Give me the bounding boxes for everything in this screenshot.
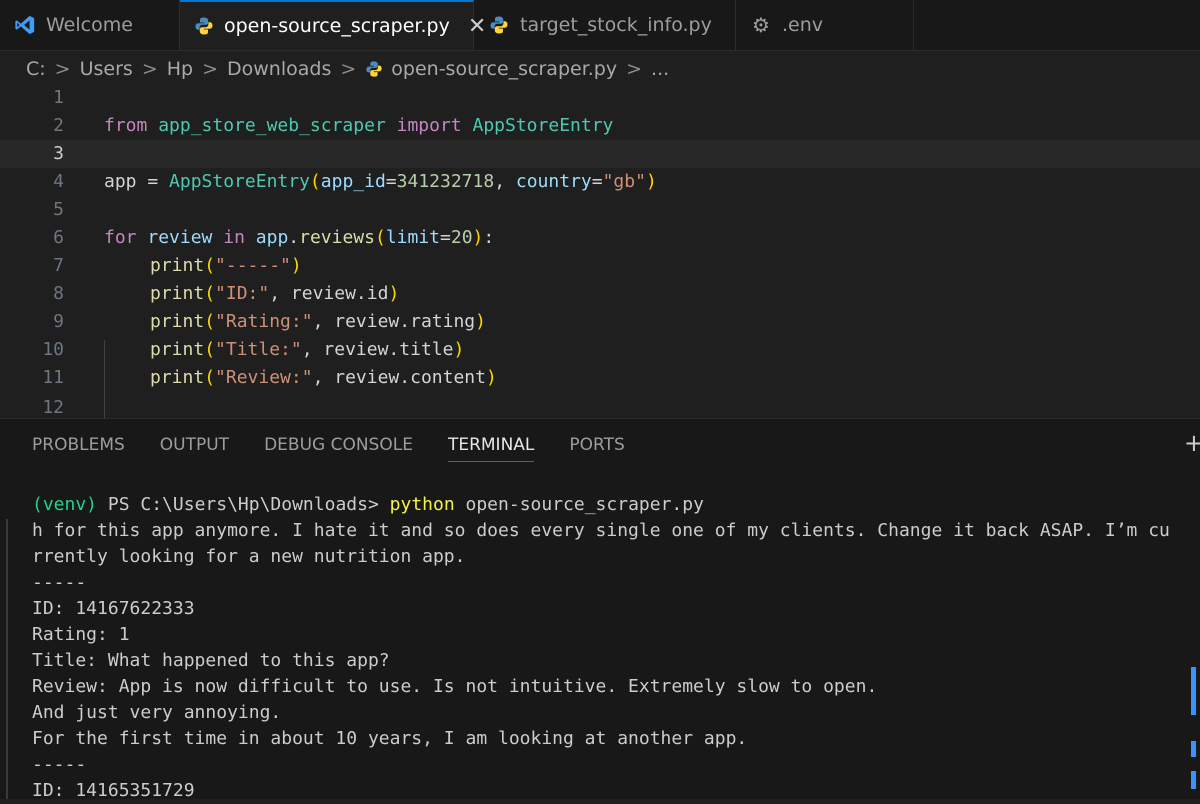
code-text: print("Review:", review.content) bbox=[150, 367, 497, 388]
code-text: print("-----") bbox=[150, 255, 302, 276]
code-text: print("Rating:", review.rating) bbox=[150, 311, 486, 332]
tab-label: open-source_scraper.py bbox=[224, 15, 450, 37]
terminal-prompt: (venv) PS C:\Users\Hp\Downloads> python … bbox=[32, 494, 704, 515]
code-text: from app_store_web_scraper import AppSto… bbox=[104, 115, 614, 136]
editor-tab-bar: Welcome open-source_scraper.py ✕ target_… bbox=[0, 0, 1200, 51]
tab-debug-console[interactable]: DEBUG CONSOLE bbox=[264, 435, 413, 462]
current-code-line: 3 bbox=[0, 140, 1200, 168]
code-line: 7 print("-----") bbox=[0, 252, 1200, 280]
tab-output[interactable]: OUTPUT bbox=[160, 435, 229, 462]
line-number: 11 bbox=[42, 367, 64, 388]
tab-label: .env bbox=[782, 14, 824, 36]
bottom-panel: PROBLEMS OUTPUT DEBUG CONSOLE TERMINAL P… bbox=[0, 418, 1200, 801]
breadcrumb-item-symbols[interactable]: ... bbox=[651, 58, 669, 80]
terminal-line: And just very annoying. bbox=[32, 702, 282, 723]
terminal-line: rrently looking for a new nutrition app. bbox=[32, 546, 466, 567]
code-line: 1 bbox=[0, 84, 1200, 112]
python-icon bbox=[194, 15, 214, 37]
tab-problems[interactable]: PROBLEMS bbox=[32, 435, 125, 462]
terminal-line: ----- bbox=[32, 754, 87, 775]
line-number: 12 bbox=[42, 397, 64, 418]
line-number: 6 bbox=[53, 227, 64, 248]
code-text: print("Title:", review.title) bbox=[150, 339, 465, 360]
terminal-line: ID: 14167622333 bbox=[32, 598, 195, 619]
terminal-output[interactable]: (venv) PS C:\Users\Hp\Downloads> python … bbox=[32, 492, 1182, 804]
code-editor[interactable]: 1 2 from app_store_web_scraper import Ap… bbox=[0, 84, 1200, 418]
breadcrumb-separator: > bbox=[141, 58, 158, 80]
scroll-marker bbox=[1191, 741, 1196, 757]
breadcrumb-item-drive[interactable]: C: bbox=[26, 58, 46, 80]
terminal-gutter bbox=[6, 519, 8, 799]
tab-label: target_stock_info.py bbox=[520, 14, 712, 36]
tab-env[interactable]: ⚙ .env bbox=[736, 0, 914, 50]
new-terminal-icon[interactable]: + bbox=[1184, 429, 1200, 457]
terminal-line: Review: App is now difficult to use. Is … bbox=[32, 676, 878, 697]
line-number: 5 bbox=[53, 199, 64, 220]
breadcrumb-separator: > bbox=[54, 58, 71, 80]
code-text: for review in app.reviews(limit=20): bbox=[104, 227, 495, 248]
line-number: 7 bbox=[53, 255, 64, 276]
scrollbar-thumb[interactable] bbox=[1191, 667, 1196, 715]
code-line: 8 print("ID:", review.id) bbox=[0, 280, 1200, 308]
breadcrumb-separator: > bbox=[626, 58, 643, 80]
code-text: print("ID:", review.id) bbox=[150, 283, 400, 304]
line-number: 10 bbox=[42, 339, 64, 360]
tab-open-source-scraper[interactable]: open-source_scraper.py ✕ bbox=[180, 0, 486, 50]
tab-label: Welcome bbox=[46, 14, 133, 36]
terminal-line: h for this app anymore. I hate it and so… bbox=[32, 520, 1170, 541]
breadcrumb-item-downloads[interactable]: Downloads bbox=[227, 58, 331, 80]
line-number: 4 bbox=[53, 171, 64, 192]
code-line: 4 app = AppStoreEntry(app_id=341232718, … bbox=[0, 168, 1200, 196]
code-line: 9 print("Rating:", review.rating) bbox=[0, 308, 1200, 336]
vscode-icon bbox=[14, 14, 36, 36]
breadcrumb: C: > Users > Hp > Downloads > open-sourc… bbox=[26, 54, 669, 84]
breadcrumb-item-users[interactable]: Users bbox=[80, 58, 133, 80]
line-number: 1 bbox=[53, 87, 64, 108]
code-line: 2 from app_store_web_scraper import AppS… bbox=[0, 112, 1200, 140]
tab-terminal[interactable]: TERMINAL bbox=[447, 435, 535, 462]
code-line: 5 bbox=[0, 196, 1200, 224]
python-icon bbox=[488, 14, 510, 36]
code-line: 10 print("Title:", review.title) bbox=[0, 336, 1200, 364]
code-line: 6 for review in app.reviews(limit=20): bbox=[0, 224, 1200, 252]
code-text: app = AppStoreEntry(app_id=341232718, co… bbox=[104, 171, 657, 192]
scroll-marker bbox=[1191, 771, 1196, 789]
breadcrumb-separator: > bbox=[340, 58, 357, 80]
panel-tabs: PROBLEMS OUTPUT DEBUG CONSOLE TERMINAL P… bbox=[32, 435, 660, 462]
terminal-line: Rating: 1 bbox=[32, 624, 130, 645]
terminal-line: ID: 14165351729 bbox=[32, 780, 195, 801]
python-icon bbox=[365, 60, 383, 78]
terminal-line: For the first time in about 10 years, I … bbox=[32, 728, 748, 749]
line-number: 3 bbox=[53, 143, 64, 164]
line-number: 8 bbox=[53, 283, 64, 304]
gear-icon: ⚙ bbox=[752, 13, 770, 37]
breadcrumb-separator: > bbox=[202, 58, 219, 80]
breadcrumb-item-file[interactable]: open-source_scraper.py bbox=[391, 58, 617, 80]
code-line: 12 bbox=[0, 394, 1200, 418]
tab-welcome[interactable]: Welcome bbox=[0, 0, 180, 50]
tab-ports[interactable]: PORTS bbox=[569, 435, 624, 462]
tab-target-stock-info[interactable]: target_stock_info.py bbox=[474, 0, 736, 50]
terminal-line: ----- bbox=[32, 572, 87, 593]
line-number: 9 bbox=[53, 311, 64, 332]
breadcrumb-item-hp[interactable]: Hp bbox=[167, 58, 193, 80]
line-number: 2 bbox=[53, 115, 64, 136]
code-line: 11 print("Review:", review.content) bbox=[0, 364, 1200, 392]
terminal-line: Title: What happened to this app? bbox=[32, 650, 390, 671]
